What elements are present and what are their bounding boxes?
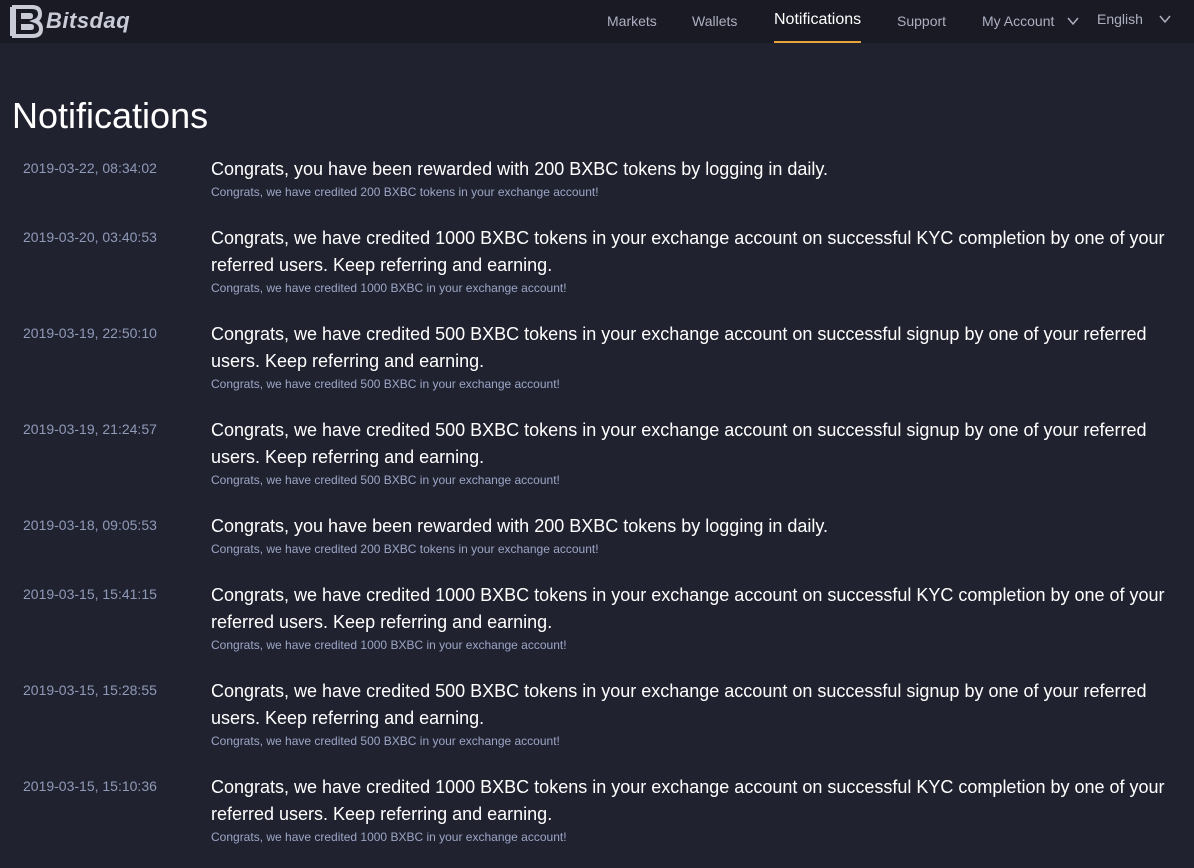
top-navigation-bar: Bitsdaq Markets Wallets Notifications Su… — [0, 0, 1194, 43]
notification-title: Congrats, we have credited 500 BXBC toke… — [211, 420, 1147, 467]
notification-timestamp: 2019-03-20, 03:40:53 — [23, 229, 157, 245]
nav-wallets[interactable]: Wallets — [692, 0, 737, 43]
brand-name: Bitsdaq — [46, 8, 131, 33]
nav-notifications[interactable]: Notifications — [774, 0, 862, 43]
brand-logo[interactable]: Bitsdaq — [8, 3, 130, 39]
notification-subtitle: Congrats, we have credited 1000 BXBC in … — [211, 830, 567, 844]
notification-subtitle: Congrats, we have credited 500 BXBC in y… — [211, 473, 560, 487]
notification-timestamp: 2019-03-22, 08:34:02 — [23, 160, 157, 176]
nav-language[interactable]: English — [1097, 0, 1143, 41]
notification-title: Congrats, we have credited 500 BXBC toke… — [211, 681, 1147, 728]
notification-timestamp: 2019-03-15, 15:28:55 — [23, 682, 157, 698]
chevron-down-icon[interactable] — [1066, 14, 1080, 28]
notification-title: Congrats, we have credited 1000 BXBC tok… — [211, 777, 1165, 824]
notification-subtitle: Congrats, we have credited 200 BXBC toke… — [211, 185, 599, 199]
notification-title: Congrats, we have credited 500 BXBC toke… — [211, 324, 1147, 371]
nav-my-account[interactable]: My Account — [982, 0, 1054, 43]
notification-title: Congrats, you have been rewarded with 20… — [211, 516, 829, 536]
notification-timestamp: 2019-03-15, 15:10:36 — [23, 778, 157, 794]
notification-title: Congrats, we have credited 1000 BXBC tok… — [211, 585, 1165, 632]
notification-timestamp: 2019-03-19, 22:50:10 — [23, 325, 157, 341]
notification-subtitle: Congrats, we have credited 200 BXBC toke… — [211, 542, 599, 556]
notification-subtitle: Congrats, we have credited 500 BXBC in y… — [211, 734, 560, 748]
nav-markets[interactable]: Markets — [607, 0, 657, 43]
chevron-down-icon[interactable] — [1158, 12, 1172, 26]
notification-title: Congrats, we have credited 1000 BXBC tok… — [211, 228, 1165, 275]
notification-timestamp: 2019-03-19, 21:24:57 — [23, 421, 157, 437]
notification-title: Congrats, you have been rewarded with 20… — [211, 159, 829, 179]
page-title: Notifications — [12, 95, 209, 136]
notification-subtitle: Congrats, we have credited 1000 BXBC in … — [211, 638, 567, 652]
notification-timestamp: 2019-03-15, 15:41:15 — [23, 586, 157, 602]
bitsdaq-logo-icon — [10, 5, 44, 38]
nav-support[interactable]: Support — [897, 0, 946, 43]
notification-subtitle: Congrats, we have credited 500 BXBC in y… — [211, 377, 560, 391]
notification-subtitle: Congrats, we have credited 1000 BXBC in … — [211, 281, 567, 295]
notification-timestamp: 2019-03-18, 09:05:53 — [23, 517, 157, 533]
